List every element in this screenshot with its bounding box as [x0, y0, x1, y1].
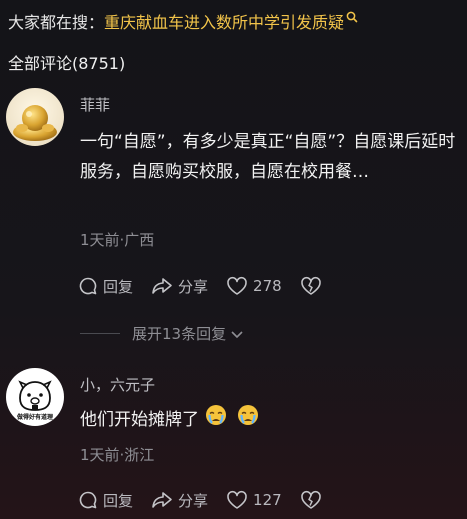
share-icon [152, 492, 172, 508]
like-count: 278 [253, 277, 282, 295]
trending-search-query[interactable]: 重庆献血车进入数所中学引发质疑 [104, 13, 344, 32]
comment-actions: 回复 分享 127 [78, 488, 345, 512]
reply-icon [79, 277, 97, 295]
expand-replies-button[interactable]: 展开13条回复 [80, 323, 245, 344]
comment-meta: 1天前·广西 [80, 231, 155, 249]
reply-label: 回复 [103, 491, 134, 510]
comment-text[interactable]: 一句“自愿”，有多少是真正“自愿”？自愿课后延时服务，自愿购买校服，自愿在校用餐… [80, 127, 460, 187]
avatar-caption: 做得好有道理 [16, 414, 53, 421]
trending-search-bar[interactable]: 大家都在搜：重庆献血车进入数所中学引发质疑 [8, 9, 358, 33]
comment-username[interactable]: 菲菲 [80, 94, 110, 115]
comment-actions: 回复 分享 278 [78, 274, 345, 298]
avatar[interactable] [6, 88, 64, 146]
like-button[interactable]: 278 [226, 276, 282, 296]
like-button[interactable]: 127 [226, 490, 282, 510]
expand-replies-label: 展开13条回复 [132, 325, 227, 343]
share-icon [152, 278, 172, 294]
broken-heart-icon [300, 490, 321, 509]
reply-icon [79, 491, 97, 509]
comment-username[interactable]: 小，六元子 [80, 374, 155, 395]
crying-face-icon [237, 404, 259, 436]
heart-icon [227, 276, 247, 295]
share-button[interactable]: 分享 [151, 276, 208, 297]
share-label: 分享 [178, 491, 209, 510]
broken-heart-icon [300, 276, 321, 295]
dislike-button[interactable] [300, 490, 327, 510]
comment-text[interactable]: 他们开始摊牌了 [80, 404, 460, 436]
reply-button[interactable]: 回复 [78, 490, 133, 511]
avatar[interactable]: 做得好有道理 [6, 368, 64, 426]
comment-meta: 1天前·浙江 [80, 446, 155, 464]
heart-icon [227, 490, 247, 509]
like-count: 127 [253, 491, 282, 509]
expand-divider [80, 333, 120, 334]
chevron-down-icon [231, 330, 243, 338]
share-label: 分享 [178, 277, 209, 296]
dislike-button[interactable] [300, 276, 327, 296]
reply-label: 回复 [103, 277, 134, 296]
search-icon[interactable] [346, 8, 358, 27]
share-button[interactable]: 分享 [151, 490, 208, 511]
trending-search-prefix: 大家都在搜： [8, 13, 105, 32]
reply-button[interactable]: 回复 [78, 276, 133, 297]
comments-count-header: 全部评论(8751) [8, 54, 126, 73]
crying-face-icon [205, 404, 227, 436]
comment-text-content: 他们开始摊牌了 [80, 410, 199, 430]
